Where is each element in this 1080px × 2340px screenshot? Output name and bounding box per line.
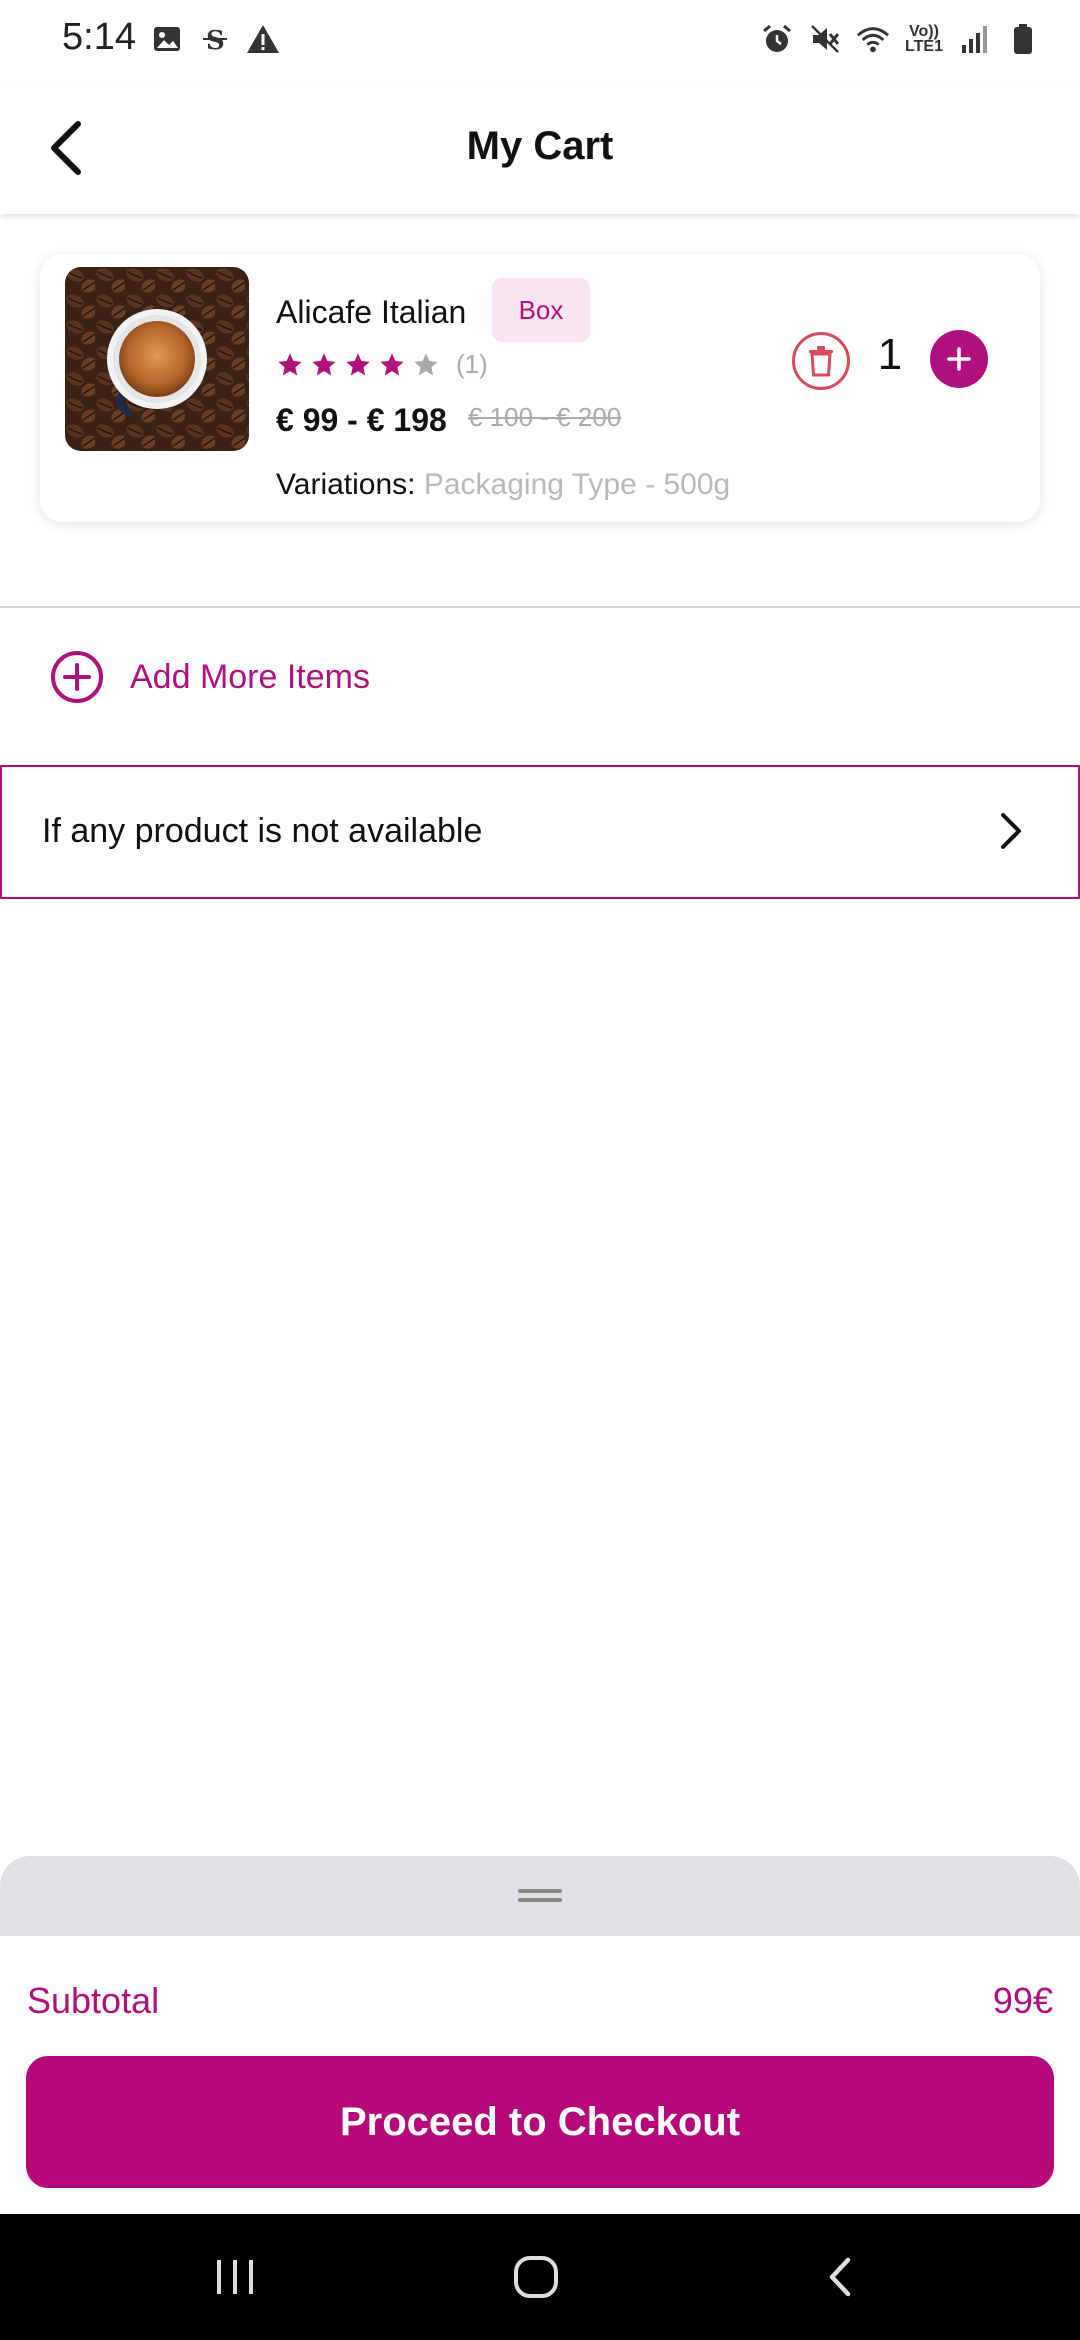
increase-quantity-button[interactable] bbox=[930, 330, 988, 388]
product-image[interactable] bbox=[65, 267, 249, 451]
add-more-items-button[interactable]: Add More Items bbox=[50, 650, 370, 704]
status-bar: 5:14 S Vo)) LTE1 bbox=[0, 0, 1080, 82]
drag-handle-icon[interactable] bbox=[518, 1886, 562, 1906]
variations-label: Variations: bbox=[276, 468, 416, 501]
s-icon: S bbox=[198, 22, 232, 56]
proceed-to-checkout-button[interactable]: Proceed to Checkout bbox=[26, 2056, 1054, 2188]
quantity-value: 1 bbox=[877, 330, 903, 379]
chevron-right-icon bbox=[1001, 813, 1021, 849]
star-filled-icon bbox=[312, 352, 336, 375]
packaging-badge: Box bbox=[492, 278, 590, 342]
product-name: Alicafe Italian bbox=[276, 294, 467, 330]
checkout-summary: Subtotal 99€ Proceed to Checkout bbox=[0, 1936, 1080, 2214]
add-circle-icon bbox=[51, 651, 103, 703]
star-filled-icon bbox=[278, 352, 302, 375]
status-left-icons: S bbox=[150, 22, 280, 56]
volte-icon: Vo)) LTE1 bbox=[905, 23, 943, 55]
divider bbox=[0, 606, 1080, 608]
signal-icon bbox=[958, 22, 992, 56]
delete-item-button[interactable] bbox=[792, 332, 850, 390]
unavailable-product-option[interactable]: If any product is not available bbox=[0, 765, 1080, 899]
mute-icon bbox=[808, 22, 842, 56]
rating-count: (1) bbox=[456, 349, 488, 379]
system-navigation-bar bbox=[0, 2214, 1080, 2340]
battery-icon bbox=[1006, 22, 1040, 56]
trash-icon bbox=[809, 346, 833, 377]
price-range: € 99 - € 198 bbox=[276, 402, 447, 438]
back-nav-icon[interactable] bbox=[810, 2252, 870, 2302]
recent-apps-icon[interactable] bbox=[205, 2252, 265, 2302]
rating-row: (1) bbox=[276, 349, 488, 380]
add-more-items-label: Add More Items bbox=[130, 657, 370, 696]
status-right-icons: Vo)) LTE1 bbox=[760, 22, 1040, 56]
star-filled-icon bbox=[346, 352, 370, 375]
app-bar: My Cart bbox=[0, 82, 1080, 214]
page-title: My Cart bbox=[466, 124, 614, 168]
plus-icon bbox=[947, 347, 971, 371]
star-filled-icon bbox=[380, 352, 404, 375]
home-icon[interactable] bbox=[506, 2252, 566, 2302]
subtotal-label: Subtotal bbox=[27, 1980, 160, 2021]
bottom-sheet-handle-area[interactable] bbox=[0, 1856, 1080, 1936]
image-icon bbox=[150, 22, 184, 56]
wifi-icon bbox=[856, 22, 890, 56]
subtotal-value: 99€ bbox=[992, 1980, 1053, 2021]
alarm-icon bbox=[760, 22, 794, 56]
cart-item-card[interactable]: Alicafe Italian Box (1) € 99 - € 198 € 1… bbox=[40, 254, 1040, 522]
variations: Variations: Packaging Type - 500g bbox=[276, 468, 730, 502]
original-price-range: € 100 - € 200 bbox=[468, 402, 622, 432]
warning-icon bbox=[246, 22, 280, 56]
star-empty-icon bbox=[414, 352, 438, 375]
status-time: 5:14 bbox=[62, 16, 136, 58]
unavailable-product-label: If any product is not available bbox=[42, 812, 483, 850]
variations-value: Packaging Type - 500g bbox=[423, 468, 731, 501]
